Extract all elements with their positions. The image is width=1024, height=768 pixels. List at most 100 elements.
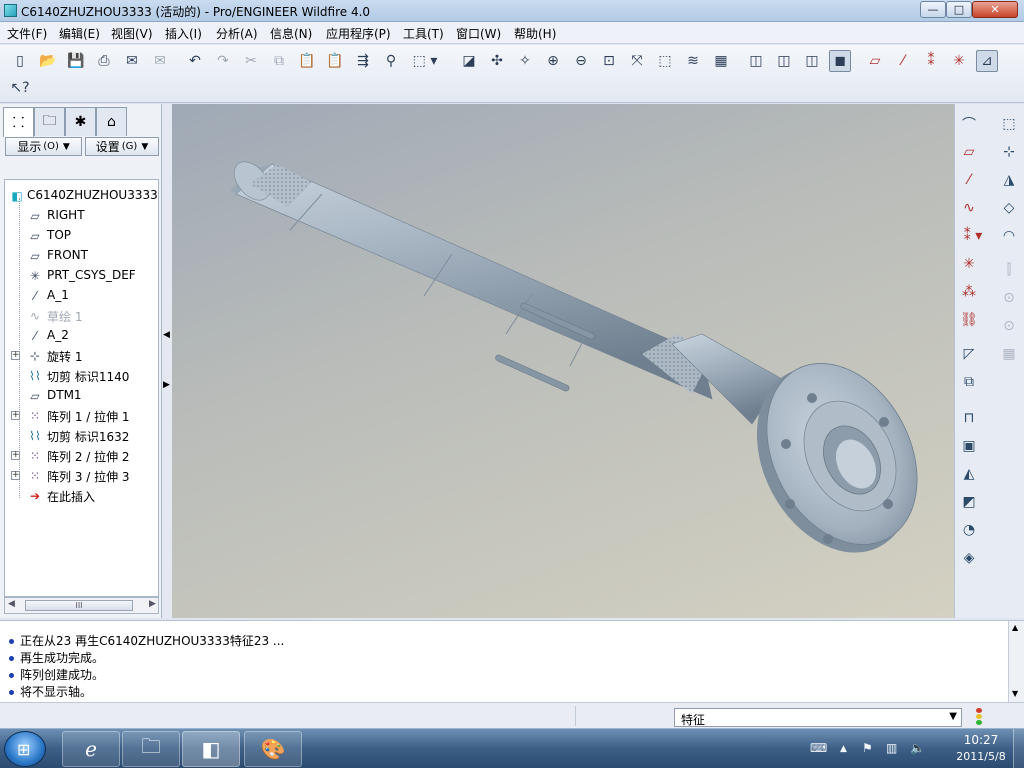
sketch-tool-icon[interactable]: ⌒: [957, 112, 981, 136]
regenerate-icon[interactable]: ⇶: [352, 50, 374, 72]
ie-icon[interactable]: ℯ: [62, 731, 120, 767]
menu-edit[interactable]: 编辑(E): [59, 25, 100, 42]
model-tree-icon[interactable]: ⸬: [3, 107, 34, 137]
print-icon[interactable]: ⎙: [93, 50, 115, 72]
scroll-right-icon[interactable]: ▶: [149, 599, 156, 609]
chain-icon[interactable]: ⛓: [957, 308, 981, 332]
solidify-icon[interactable]: ⊙: [997, 314, 1021, 338]
no-hidden-icon[interactable]: ◫: [801, 50, 823, 72]
start-button[interactable]: ⊞: [4, 731, 46, 767]
menu-view[interactable]: 视图(V): [111, 25, 153, 42]
shading-icon[interactable]: ◼: [829, 50, 851, 72]
offset-icon[interactable]: ⫿: [997, 258, 1021, 282]
proe-app-icon[interactable]: [4, 4, 17, 17]
menu-help[interactable]: 帮助(H): [514, 25, 556, 42]
close-button[interactable]: ✕: [972, 1, 1018, 18]
menu-applications[interactable]: 应用程序(P): [326, 25, 391, 42]
tree-horizontal-scrollbar[interactable]: ◀ III ▶: [4, 597, 159, 614]
settings-dropdown[interactable]: 设置 (G) ▼: [85, 137, 159, 156]
rib-icon[interactable]: ◈: [957, 546, 981, 570]
wireframe-icon[interactable]: ◫: [745, 50, 767, 72]
menu-analysis[interactable]: 分析(A): [216, 25, 258, 42]
cut-icon[interactable]: ✂: [240, 50, 262, 72]
blend-icon[interactable]: ◮: [997, 168, 1021, 192]
saved-views-icon[interactable]: ⬚: [654, 50, 676, 72]
graphics-window[interactable]: [172, 104, 954, 618]
network-icon[interactable]: ▥: [886, 741, 897, 755]
collapse-left-icon[interactable]: ◀: [163, 330, 170, 340]
pattern-tool-icon[interactable]: ▦: [997, 342, 1021, 366]
clock-date[interactable]: 2011/5/8: [946, 750, 1016, 763]
orient-mode-icon[interactable]: ✧: [514, 50, 536, 72]
boundary-icon[interactable]: ◇: [997, 196, 1021, 220]
connections-icon[interactable]: ⌂: [96, 107, 127, 136]
view-manager-icon[interactable]: ▦: [710, 50, 732, 72]
csys-tool-icon[interactable]: ✳: [957, 252, 981, 276]
proe-cube-icon[interactable]: ◧: [182, 731, 240, 767]
scroll-left-icon[interactable]: ◀: [8, 599, 15, 609]
paint-icon[interactable]: 🎨: [244, 731, 302, 767]
zoom-in-icon[interactable]: ⊕: [542, 50, 564, 72]
merge-icon[interactable]: ⧉: [957, 370, 981, 394]
copy-icon[interactable]: ⧉: [268, 50, 290, 72]
expand-right-icon[interactable]: ▶: [163, 380, 170, 390]
expand-icon[interactable]: +: [11, 471, 20, 480]
volume-icon[interactable]: 🔈: [910, 741, 925, 755]
scroll-thumb[interactable]: III: [25, 600, 133, 611]
save-icon[interactable]: 💾: [65, 50, 87, 72]
email-link-icon[interactable]: ✉: [149, 50, 171, 72]
csys-toggle-icon[interactable]: ✳: [948, 50, 970, 72]
undo-icon[interactable]: ↶: [184, 50, 206, 72]
datum-curve-icon[interactable]: ∿: [957, 196, 981, 220]
datum-axes-toggle-icon[interactable]: ⁄: [892, 50, 914, 72]
explorer-folder-icon[interactable]: 🗀: [122, 731, 180, 767]
scroll-down-icon[interactable]: ▼: [1012, 689, 1018, 698]
paste-special-icon[interactable]: 📋: [324, 50, 346, 72]
sweep-icon[interactable]: ⊹: [997, 140, 1021, 164]
email-icon[interactable]: ✉: [121, 50, 143, 72]
show-dropdown[interactable]: 显示 (O) ▼: [5, 137, 82, 156]
new-icon[interactable]: ▯: [9, 50, 31, 72]
menu-insert[interactable]: 插入(I): [165, 25, 202, 42]
show-hidden-icon[interactable]: ▲: [840, 744, 847, 754]
zoom-out-icon[interactable]: ⊖: [570, 50, 592, 72]
open-icon[interactable]: 📂: [37, 50, 59, 72]
panel-splitter[interactable]: ◀ ▶: [162, 104, 172, 618]
menu-file[interactable]: 文件(F): [7, 25, 47, 42]
redo-icon[interactable]: ↷: [212, 50, 234, 72]
find-icon[interactable]: ⚲: [380, 50, 402, 72]
refit-icon[interactable]: ⊡: [598, 50, 620, 72]
expand-icon[interactable]: +: [11, 411, 20, 420]
hidden-line-icon[interactable]: ◫: [773, 50, 795, 72]
folder-browser-icon[interactable]: 🗀: [34, 107, 65, 136]
flag-icon[interactable]: ⚑: [862, 741, 873, 755]
revolve-tool-icon[interactable]: ⬚: [997, 112, 1021, 136]
scroll-up-icon[interactable]: ▲: [1012, 623, 1018, 632]
menu-window[interactable]: 窗口(W): [456, 25, 501, 42]
select-box-icon[interactable]: ⬚ ▾: [408, 50, 442, 72]
analysis-feature-icon[interactable]: ⁂: [957, 280, 981, 304]
thicken-icon[interactable]: ⊙: [997, 286, 1021, 310]
shaft-model[interactable]: [172, 104, 954, 618]
edit-select-icon[interactable]: ◸: [957, 342, 981, 366]
datum-planes-toggle-icon[interactable]: ▱: [864, 50, 886, 72]
context-help-icon[interactable]: ↖?: [9, 77, 31, 99]
layers-icon[interactable]: ≋: [682, 50, 704, 72]
clock-time[interactable]: 10:27: [956, 733, 1006, 747]
datum-plane-tool-icon[interactable]: ▱: [957, 140, 981, 164]
selection-filter[interactable]: 特征 ▼: [674, 708, 962, 727]
datum-axis-tool-icon[interactable]: ⁄: [957, 168, 981, 192]
draft-icon[interactable]: ◔: [957, 518, 981, 542]
paste-icon[interactable]: 📋: [296, 50, 318, 72]
datum-point-icon[interactable]: ⁑ ▾: [957, 224, 989, 248]
repaint-icon[interactable]: ◪: [458, 50, 480, 72]
show-desktop-button[interactable]: [1013, 729, 1024, 768]
expand-icon[interactable]: +: [11, 351, 20, 360]
reorient-icon[interactable]: ⤧: [626, 50, 648, 72]
message-scrollbar[interactable]: ▲ ▼: [1008, 621, 1024, 703]
mirror-icon[interactable]: ◠: [997, 224, 1021, 248]
datum-points-toggle-icon[interactable]: ⁑: [920, 50, 942, 72]
extrude-icon[interactable]: ⊓: [957, 406, 981, 430]
maximize-button[interactable]: □: [946, 1, 972, 18]
menu-info[interactable]: 信息(N): [270, 25, 312, 42]
